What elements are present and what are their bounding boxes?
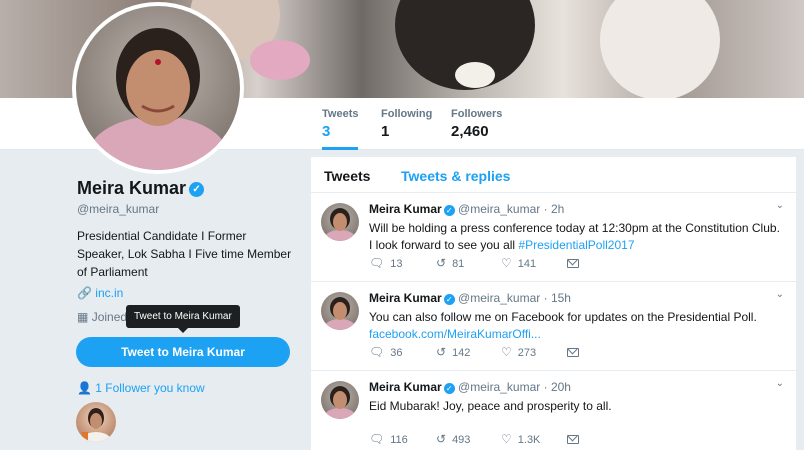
tweet-timestamp[interactable]: 20h [551,380,571,394]
stat-tweets[interactable]: Tweets 3 [322,108,359,150]
message-button[interactable] [567,435,579,447]
retweet-icon: ↺ [436,345,447,359]
tweet-text: Eid Mubarak! Joy, peace and prosperity t… [369,398,784,415]
message-icon [567,348,579,357]
reply-count: 36 [390,347,403,359]
tweet-avatar[interactable] [321,292,359,330]
retweet-count: 142 [452,347,471,359]
profile-name: Meira Kumar ✓ [77,178,205,199]
tweet-item[interactable]: Meira Kumar ✓ @meira_kumar · 2h ⌄ Will be… [311,193,796,282]
retweet-button[interactable]: ↺ 81 [436,256,464,270]
stat-followers-label: Followers [451,108,503,120]
stat-following-value: 1 [381,123,390,140]
like-icon: ♡ [501,256,512,270]
reply-icon: 🗨 [369,432,385,446]
tweet-body: Eid Mubarak! Joy, peace and prosperity t… [369,399,612,413]
profile-name-text: Meira Kumar [77,178,187,198]
reply-button[interactable]: 🗨 13 [369,256,402,270]
stat-tweets-label: Tweets [322,108,359,120]
retweet-count: 493 [452,434,471,446]
like-button[interactable]: ♡ 273 [501,345,536,359]
timeline-tabs: Tweets Tweets & replies [311,157,796,193]
tweet-timestamp[interactable]: 15h [551,291,571,305]
joined-text: Joined [91,310,128,324]
tweet-text: You can also follow me on Facebook for u… [369,309,784,343]
tweet-author-handle[interactable]: @meira_kumar [458,291,540,305]
like-icon: ♡ [501,345,512,359]
reply-button[interactable]: 🗨 36 [369,345,402,359]
link-icon: 🔗 [77,286,92,300]
message-button[interactable] [567,348,579,360]
retweet-icon: ↺ [436,432,447,446]
verified-badge-icon: ✓ [443,383,455,394]
stat-followers[interactable]: Followers 2,460 [451,108,502,140]
reply-count: 13 [390,258,403,270]
avatar-image [76,6,240,170]
tweet-link[interactable]: facebook.com/MeiraKumarOffi... [369,327,541,341]
tweet-avatar[interactable] [321,203,359,241]
followers-you-know-text: 1 Follower you know [95,381,205,395]
profile-link-text: inc.in [95,286,124,300]
tweet-to-button[interactable]: Tweet to Meira Kumar [76,337,290,367]
stat-following-label: Following [381,108,433,120]
profile-joined: ▦ Joined [77,310,127,324]
like-count: 141 [517,258,537,270]
like-count: 1.3K [517,434,541,446]
tweet-body: You can also follow me on Facebook for u… [369,310,757,324]
follower-avatar[interactable] [76,402,116,442]
verified-badge-icon: ✓ [443,205,455,216]
tweet-item[interactable]: Meira Kumar ✓ @meira_kumar · 20h ⌄ Eid Mu… [311,371,796,450]
tweet-text: Will be holding a press conference today… [369,220,784,254]
reply-count: 116 [390,434,408,446]
profile-avatar[interactable] [72,2,244,174]
profile-link[interactable]: 🔗 inc.in [77,286,123,300]
verified-badge-icon: ✓ [443,294,455,305]
tweet-header: Meira Kumar ✓ @meira_kumar · 15h [369,291,571,305]
stat-tweets-value: 3 [322,123,331,140]
tweet-author-name[interactable]: Meira Kumar [369,380,442,394]
tweet-author-handle[interactable]: @meira_kumar [458,380,540,394]
retweet-count: 81 [452,258,465,270]
retweet-button[interactable]: ↺ 493 [436,432,470,446]
retweet-icon: ↺ [436,256,447,270]
message-icon [567,259,579,268]
tab-tweets-and-replies[interactable]: Tweets & replies [401,168,510,184]
person-icon: 👤 [77,381,92,395]
tweet-hashtag[interactable]: #PresidentialPoll2017 [518,238,634,252]
tweet-avatar[interactable] [321,381,359,419]
stat-following[interactable]: Following 1 [381,108,432,140]
tweet-author-name[interactable]: Meira Kumar [369,291,442,305]
retweet-button[interactable]: ↺ 142 [436,345,470,359]
profile-bio: Presidential Candidate I Former Speaker,… [77,229,292,279]
chevron-down-icon[interactable]: ⌄ [776,289,784,300]
tweet-header: Meira Kumar ✓ @meira_kumar · 20h [369,380,571,394]
tweet-header: Meira Kumar ✓ @meira_kumar · 2h [369,202,565,216]
profile-handle: @meira_kumar [77,202,160,216]
verified-badge-icon: ✓ [189,182,205,197]
calendar-icon: ▦ [77,310,89,324]
message-icon [567,435,579,444]
tweet-item[interactable]: Meira Kumar ✓ @meira_kumar · 15h ⌄ You ca… [311,282,796,371]
chevron-down-icon[interactable]: ⌄ [776,200,784,211]
reply-icon: 🗨 [369,256,385,270]
tab-tweets[interactable]: Tweets [324,168,370,184]
message-button[interactable] [567,259,579,271]
like-icon: ♡ [501,432,512,446]
tooltip: Tweet to Meira Kumar [126,305,240,333]
stat-followers-value: 2,460 [451,123,489,140]
followers-you-know-link[interactable]: 👤 1 Follower you know [77,381,205,395]
like-button[interactable]: ♡ 1.3K [501,432,540,446]
reply-icon: 🗨 [369,345,385,359]
timeline: Tweets Tweets & replies Meira Kumar ✓ @me… [311,157,796,450]
tweet-timestamp[interactable]: 2h [551,202,564,216]
tweet-author-handle[interactable]: @meira_kumar [458,202,540,216]
like-count: 273 [517,347,537,359]
reply-button[interactable]: 🗨 116 [369,432,408,446]
like-button[interactable]: ♡ 141 [501,256,536,270]
chevron-down-icon[interactable]: ⌄ [776,378,784,389]
tweet-author-name[interactable]: Meira Kumar [369,202,442,216]
